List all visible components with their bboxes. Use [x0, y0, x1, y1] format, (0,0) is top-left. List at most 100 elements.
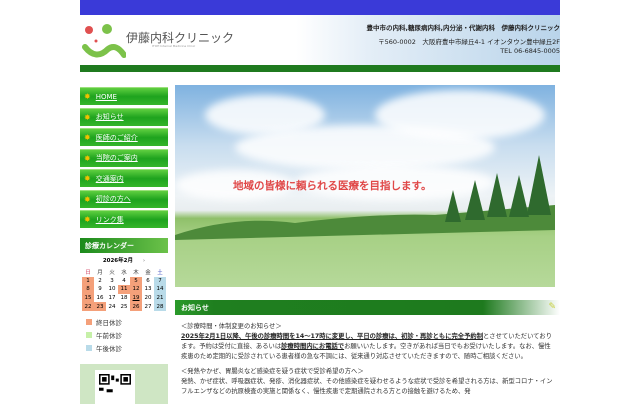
calendar-day[interactable]: 24 — [106, 302, 118, 311]
calendar-day[interactable]: 22 — [82, 302, 94, 311]
calendar-day[interactable]: 26 — [130, 302, 142, 311]
calendar-weekdays: 日月火水木金土 — [82, 268, 166, 277]
calendar-day[interactable]: 19 — [130, 293, 142, 303]
calendar-day[interactable]: 3 — [106, 277, 118, 286]
notice-emphasis: 2025年2月1日以降、午後の診療時間を14～17時に変更し、平日の診療は、初診… — [181, 333, 483, 340]
nav-label[interactable]: 医師のご紹介 — [96, 133, 138, 143]
weekday-label: 月 — [97, 270, 103, 277]
star-icon: ✸ — [84, 92, 91, 101]
star-icon: ✸ — [84, 153, 91, 163]
weekday-label: 水 — [121, 270, 127, 277]
calendar-day[interactable]: 28 — [154, 302, 166, 311]
star-icon: ✸ — [84, 215, 91, 224]
sidebar: ✸ HOME ✸ お知らせ ✸ 医師のご紹介 ✸ 当院のご案内 ✸ 交通案内 ✸ 初診の方へ ✸ リンク集… — [80, 87, 168, 410]
calendar-day[interactable]: 18 — [118, 294, 130, 303]
calendar-week: 8 9 10 11 12 13 14 — [82, 285, 166, 294]
leaf-icon: ✎ — [548, 302, 556, 312]
calendar-week: 22 23 24 25 26 27 28 — [82, 302, 166, 311]
nav-label[interactable]: お知らせ — [96, 112, 124, 122]
header-divider — [80, 65, 560, 72]
calendar-day[interactable]: 14 — [154, 285, 166, 294]
calendar-day[interactable]: 7 — [154, 276, 166, 286]
nav-item-4[interactable]: ✸ 交通案内 — [80, 169, 168, 187]
hero-slogan: 地域の皆様に頼られる医療を目指します。 — [233, 180, 432, 192]
calendar-day[interactable]: 10 — [106, 285, 118, 294]
notice-paragraph-1: 2025年2月1日以降、午後の診療時間を14～17時に変更し、平日の診療は、初診… — [181, 332, 556, 362]
calendar-legend: 終日休診午前休診午後休診 — [80, 317, 168, 353]
calendar-day[interactable]: 21 — [154, 293, 166, 303]
weekday-label: 土 — [157, 270, 163, 277]
notice-title: お知らせ — [181, 304, 209, 312]
calendar-day[interactable]: 8 — [82, 285, 94, 294]
calendar-day[interactable]: 17 — [106, 294, 118, 303]
calendar-month-label: 2026年2月 — [102, 258, 133, 264]
nav-label[interactable]: 交通案内 — [96, 174, 124, 184]
calendar-day[interactable]: 11 — [118, 285, 130, 294]
calendar-day[interactable]: 13 — [142, 285, 154, 294]
top-band — [80, 0, 560, 15]
notice-heading: お知らせ ✎ — [175, 300, 560, 315]
calendar-day[interactable]: 20 — [142, 294, 154, 303]
nav-label[interactable]: HOME — [96, 93, 117, 101]
calendar-day[interactable]: 1 — [82, 276, 94, 286]
calendar-table: 日月火水木金土 1 2 3 4 5 6 7 8 9 10 11 12 13 14 15 16 17 18 19 20 21… — [82, 268, 166, 311]
calendar-day[interactable]: 25 — [118, 302, 130, 311]
weekday-label: 金 — [145, 270, 151, 277]
notice-paragraph-2: 発熱、かぜ症状、呼吸器症状、発疹、消化器症状、その他感染症を疑わせるような症状で… — [181, 378, 553, 395]
calendar-day[interactable]: 6 — [142, 277, 154, 286]
weekday-label: 木 — [133, 270, 139, 277]
calendar-day[interactable]: 2 — [94, 277, 106, 286]
nav-item-0[interactable]: ✸ HOME — [80, 87, 168, 105]
logo-subtext: ITOH Internal Medicine Clinic — [152, 44, 196, 48]
calendar-week: 15 16 17 18 19 20 21 — [82, 293, 166, 303]
calendar-day[interactable]: 27 — [142, 302, 154, 311]
legend-item: 午前休診 — [86, 330, 168, 340]
header: 伊藤内科クリニック ITOH Internal Medicine Clinic … — [80, 15, 560, 65]
legend-swatch — [86, 331, 92, 338]
calendar-day[interactable]: 16 — [94, 294, 106, 303]
weekday-label: 火 — [109, 270, 115, 277]
legend-swatch — [86, 318, 92, 325]
legend-item: 終日休診 — [86, 317, 168, 327]
nav-item-2[interactable]: ✸ 医師のご紹介 — [80, 128, 168, 146]
star-icon: ✸ — [84, 174, 91, 183]
notice-heading-1: ＜診療時間・体制変更のお知らせ＞ — [181, 323, 282, 330]
nav-item-3[interactable]: ✸ 当院のご案内 — [80, 148, 168, 167]
star-icon: ✸ — [84, 112, 91, 122]
notice-emphasis-phone: 診療時間内にお電話で — [281, 343, 345, 350]
nav-item-5[interactable]: ✸ 初診の方へ — [80, 189, 168, 208]
calendar-week: 1234567 — [82, 276, 166, 286]
notice-content: ＜診療時間・体制変更のお知らせ＞ 2025年2月1日以降、午後の診療時間を14～… — [181, 322, 556, 397]
nav-item-1[interactable]: ✸ お知らせ — [80, 107, 168, 126]
calendar-day[interactable]: 23 — [94, 302, 106, 311]
calendar-month: 2026年2月 › — [80, 256, 168, 264]
header-tagline: 豊中市の内科,糖尿病内科,内分泌・代謝内科 伊藤内科クリニック — [366, 24, 560, 32]
nav-label[interactable]: リンク集 — [96, 215, 124, 225]
legend-label: 終日休診 — [96, 318, 122, 327]
legend-item: 午後休診 — [86, 343, 168, 353]
qr-panel — [80, 364, 168, 410]
nav-label[interactable]: 初診の方へ — [96, 194, 131, 204]
nav-item-6[interactable]: ✸ リンク集 — [80, 210, 168, 228]
calendar-day[interactable]: 15 — [82, 293, 94, 303]
header-tel: TEL 06-6845-0005 — [500, 47, 560, 55]
calendar-day[interactable]: 4 — [118, 277, 130, 286]
weekday-label: 日 — [85, 270, 91, 277]
legend-label: 午後休診 — [96, 344, 122, 353]
calendar-day[interactable]: 5 — [130, 276, 142, 286]
clinic-logo-icon[interactable] — [82, 21, 126, 61]
notice-heading-2: ＜発熱やかぜ、胃腸炎など感染症を疑う症状で受診希望の方へ＞ — [181, 368, 364, 375]
calendar-next-button[interactable]: › — [143, 258, 145, 264]
legend-swatch — [86, 344, 92, 351]
nav-label[interactable]: 当院のご案内 — [96, 153, 138, 163]
star-icon: ✸ — [84, 194, 91, 204]
calendar-heading: 診療カレンダー — [80, 238, 168, 253]
qr-code-icon — [95, 370, 135, 410]
header-address: 〒560-0002 大阪府豊中市緑丘4-1 イオンタウン豊中緑丘2F — [378, 38, 560, 46]
star-icon: ✸ — [84, 133, 91, 142]
calendar-day[interactable]: 9 — [94, 285, 106, 294]
calendar-day[interactable]: 12 — [130, 285, 142, 294]
hero-banner: 地域の皆様に頼られる医療を目指します。 — [175, 85, 555, 287]
nav-menu: ✸ HOME ✸ お知らせ ✸ 医師のご紹介 ✸ 当院のご案内 ✸ 交通案内 ✸ 初診の方へ ✸ リンク集 — [80, 87, 168, 228]
legend-label: 午前休診 — [96, 331, 122, 340]
